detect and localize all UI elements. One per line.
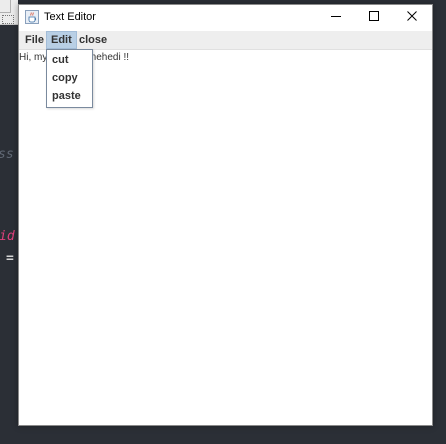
title-bar[interactable]: Text Editor (19, 5, 432, 30)
menu-close[interactable]: close (75, 31, 111, 49)
background-tool-button (2, 15, 14, 24)
background-code-fragment: id (0, 229, 15, 244)
background-tool-button (0, 0, 11, 13)
menu-file[interactable]: File (21, 31, 48, 49)
maximize-button[interactable] (355, 5, 393, 30)
close-icon (406, 9, 418, 27)
menu-item-cut[interactable]: cut (47, 51, 92, 69)
background-code-fragment: ss (0, 147, 14, 162)
window-title: Text Editor (44, 11, 96, 23)
close-button[interactable] (393, 5, 431, 30)
menu-edit[interactable]: Edit (46, 31, 77, 49)
background-code-fragment: = (6, 251, 14, 266)
minimize-button[interactable] (317, 5, 355, 30)
java-cup-icon (25, 10, 39, 24)
menu-bar: File Edit close (19, 31, 432, 50)
text-editor-window: Text Editor File Edit close Hi, my name … (18, 4, 433, 426)
maximize-icon (368, 9, 380, 27)
minimize-icon (330, 9, 342, 27)
menu-item-copy[interactable]: copy (47, 69, 92, 87)
menu-item-paste[interactable]: paste (47, 87, 92, 105)
edit-menu-dropdown: cut copy paste (46, 49, 93, 108)
background-toolbar (0, 0, 18, 25)
